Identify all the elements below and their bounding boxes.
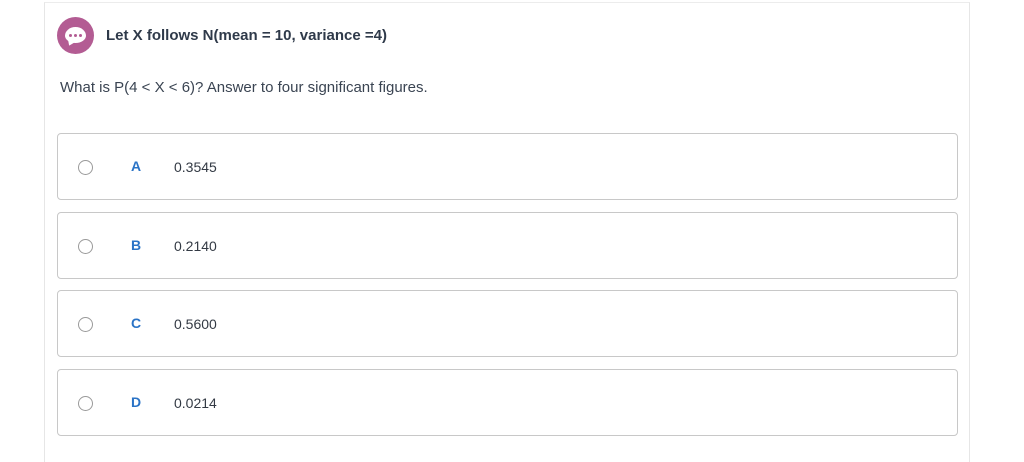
question-card: Let X follows N(mean = 10, variance =4) …	[44, 2, 970, 462]
bubble-dot	[79, 33, 82, 37]
radio-button-icon[interactable]	[78, 317, 93, 332]
bubble-dot	[74, 33, 77, 37]
option-b[interactable]: B 0.2140	[57, 212, 958, 279]
option-value: 0.2140	[174, 238, 217, 254]
bubble-dot	[69, 33, 72, 37]
option-letter: B	[131, 237, 142, 253]
question-header: Let X follows N(mean = 10, variance =4)	[57, 16, 387, 54]
radio-button-icon[interactable]	[78, 239, 93, 254]
option-value: 0.5600	[174, 316, 217, 332]
option-value: 0.3545	[174, 159, 217, 175]
option-value: 0.0214	[174, 395, 217, 411]
option-letter: C	[131, 315, 142, 331]
option-d[interactable]: D 0.0214	[57, 369, 958, 436]
chat-bubble-icon	[57, 16, 94, 54]
option-c[interactable]: C 0.5600	[57, 290, 958, 357]
option-a[interactable]: A 0.3545	[57, 133, 958, 200]
question-title: Let X follows N(mean = 10, variance =4)	[106, 26, 387, 44]
option-letter: A	[131, 158, 142, 174]
bubble-shape	[65, 27, 86, 43]
radio-button-icon[interactable]	[78, 160, 93, 175]
option-letter: D	[131, 394, 142, 410]
question-prompt: What is P(4 < X < 6)? Answer to four sig…	[60, 79, 428, 96]
radio-button-icon[interactable]	[78, 396, 93, 411]
